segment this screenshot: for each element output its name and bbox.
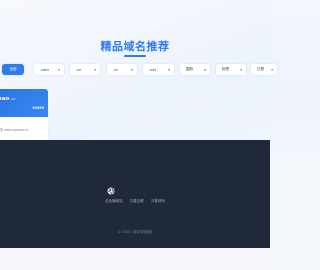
chevron-down-icon: ▾ [168,67,170,72]
filter-cc[interactable]: .cc ▾ [107,64,137,75]
chevron-down-icon: ▾ [204,67,206,72]
footer-link[interactable]: 企业微网站 [105,199,123,203]
filter-label: 国际 [186,67,194,71]
filter-label: .cc [113,67,119,72]
filter-label: .cn [76,67,82,72]
footer-link[interactable]: 万象互联 [130,199,144,203]
filter-com[interactable]: .com ▾ [34,64,64,75]
domain-name: mao.cn [0,96,16,102]
filter-label: .net [149,67,157,72]
chevron-down-icon: ▾ [58,67,60,72]
domain-label: mao [0,96,10,102]
filter-label: .com [40,67,49,72]
chevron-down-icon: ▾ [240,67,242,72]
title-underline [124,55,146,57]
section-title: 精品域名推荐 [100,40,170,53]
domain-card[interactable]: mao.cn ¥1699 [0,89,48,117]
filter-net[interactable]: .net ▾ [143,64,174,75]
domain-price: ¥1699 [32,106,44,110]
chevron-down-icon: ▾ [94,67,96,72]
filter-bar: 全部 .com ▾ .cn ▾ .cc ▾ .net ▾ 国际 ▾ 标签 ▾ 已… [0,64,277,76]
footer-link[interactable]: 万象好码 [151,199,165,203]
filter-tag[interactable]: 标签 ▾ [216,64,246,75]
globe-icon [107,180,115,195]
filter-sold[interactable]: 已售 ▾ [251,64,277,75]
page-bottom [0,248,270,270]
chevron-down-icon: ▾ [131,67,133,72]
filter-cn[interactable]: .cn ▾ [70,64,100,75]
footer-links: 企业微网站 万象互联 万象好码 [0,199,270,204]
filter-label: 标签 [222,67,230,71]
filter-label: 全部 [9,67,17,71]
site-footer: 企业微网站 万象互联 万象好码 © 2025 | 域名市场官网 [0,140,270,248]
filter-intl[interactable]: 国际 ▾ [180,64,210,75]
copyright-text: © 2025 | 域名市场官网 [117,230,153,234]
filter-label: 已售 [257,67,265,71]
domain-url: 查 www.gumao.cn [0,128,29,132]
domain-tld: .cn [10,97,16,101]
filter-all[interactable]: 全部 [2,64,24,75]
chevron-down-icon: ▾ [271,67,273,72]
